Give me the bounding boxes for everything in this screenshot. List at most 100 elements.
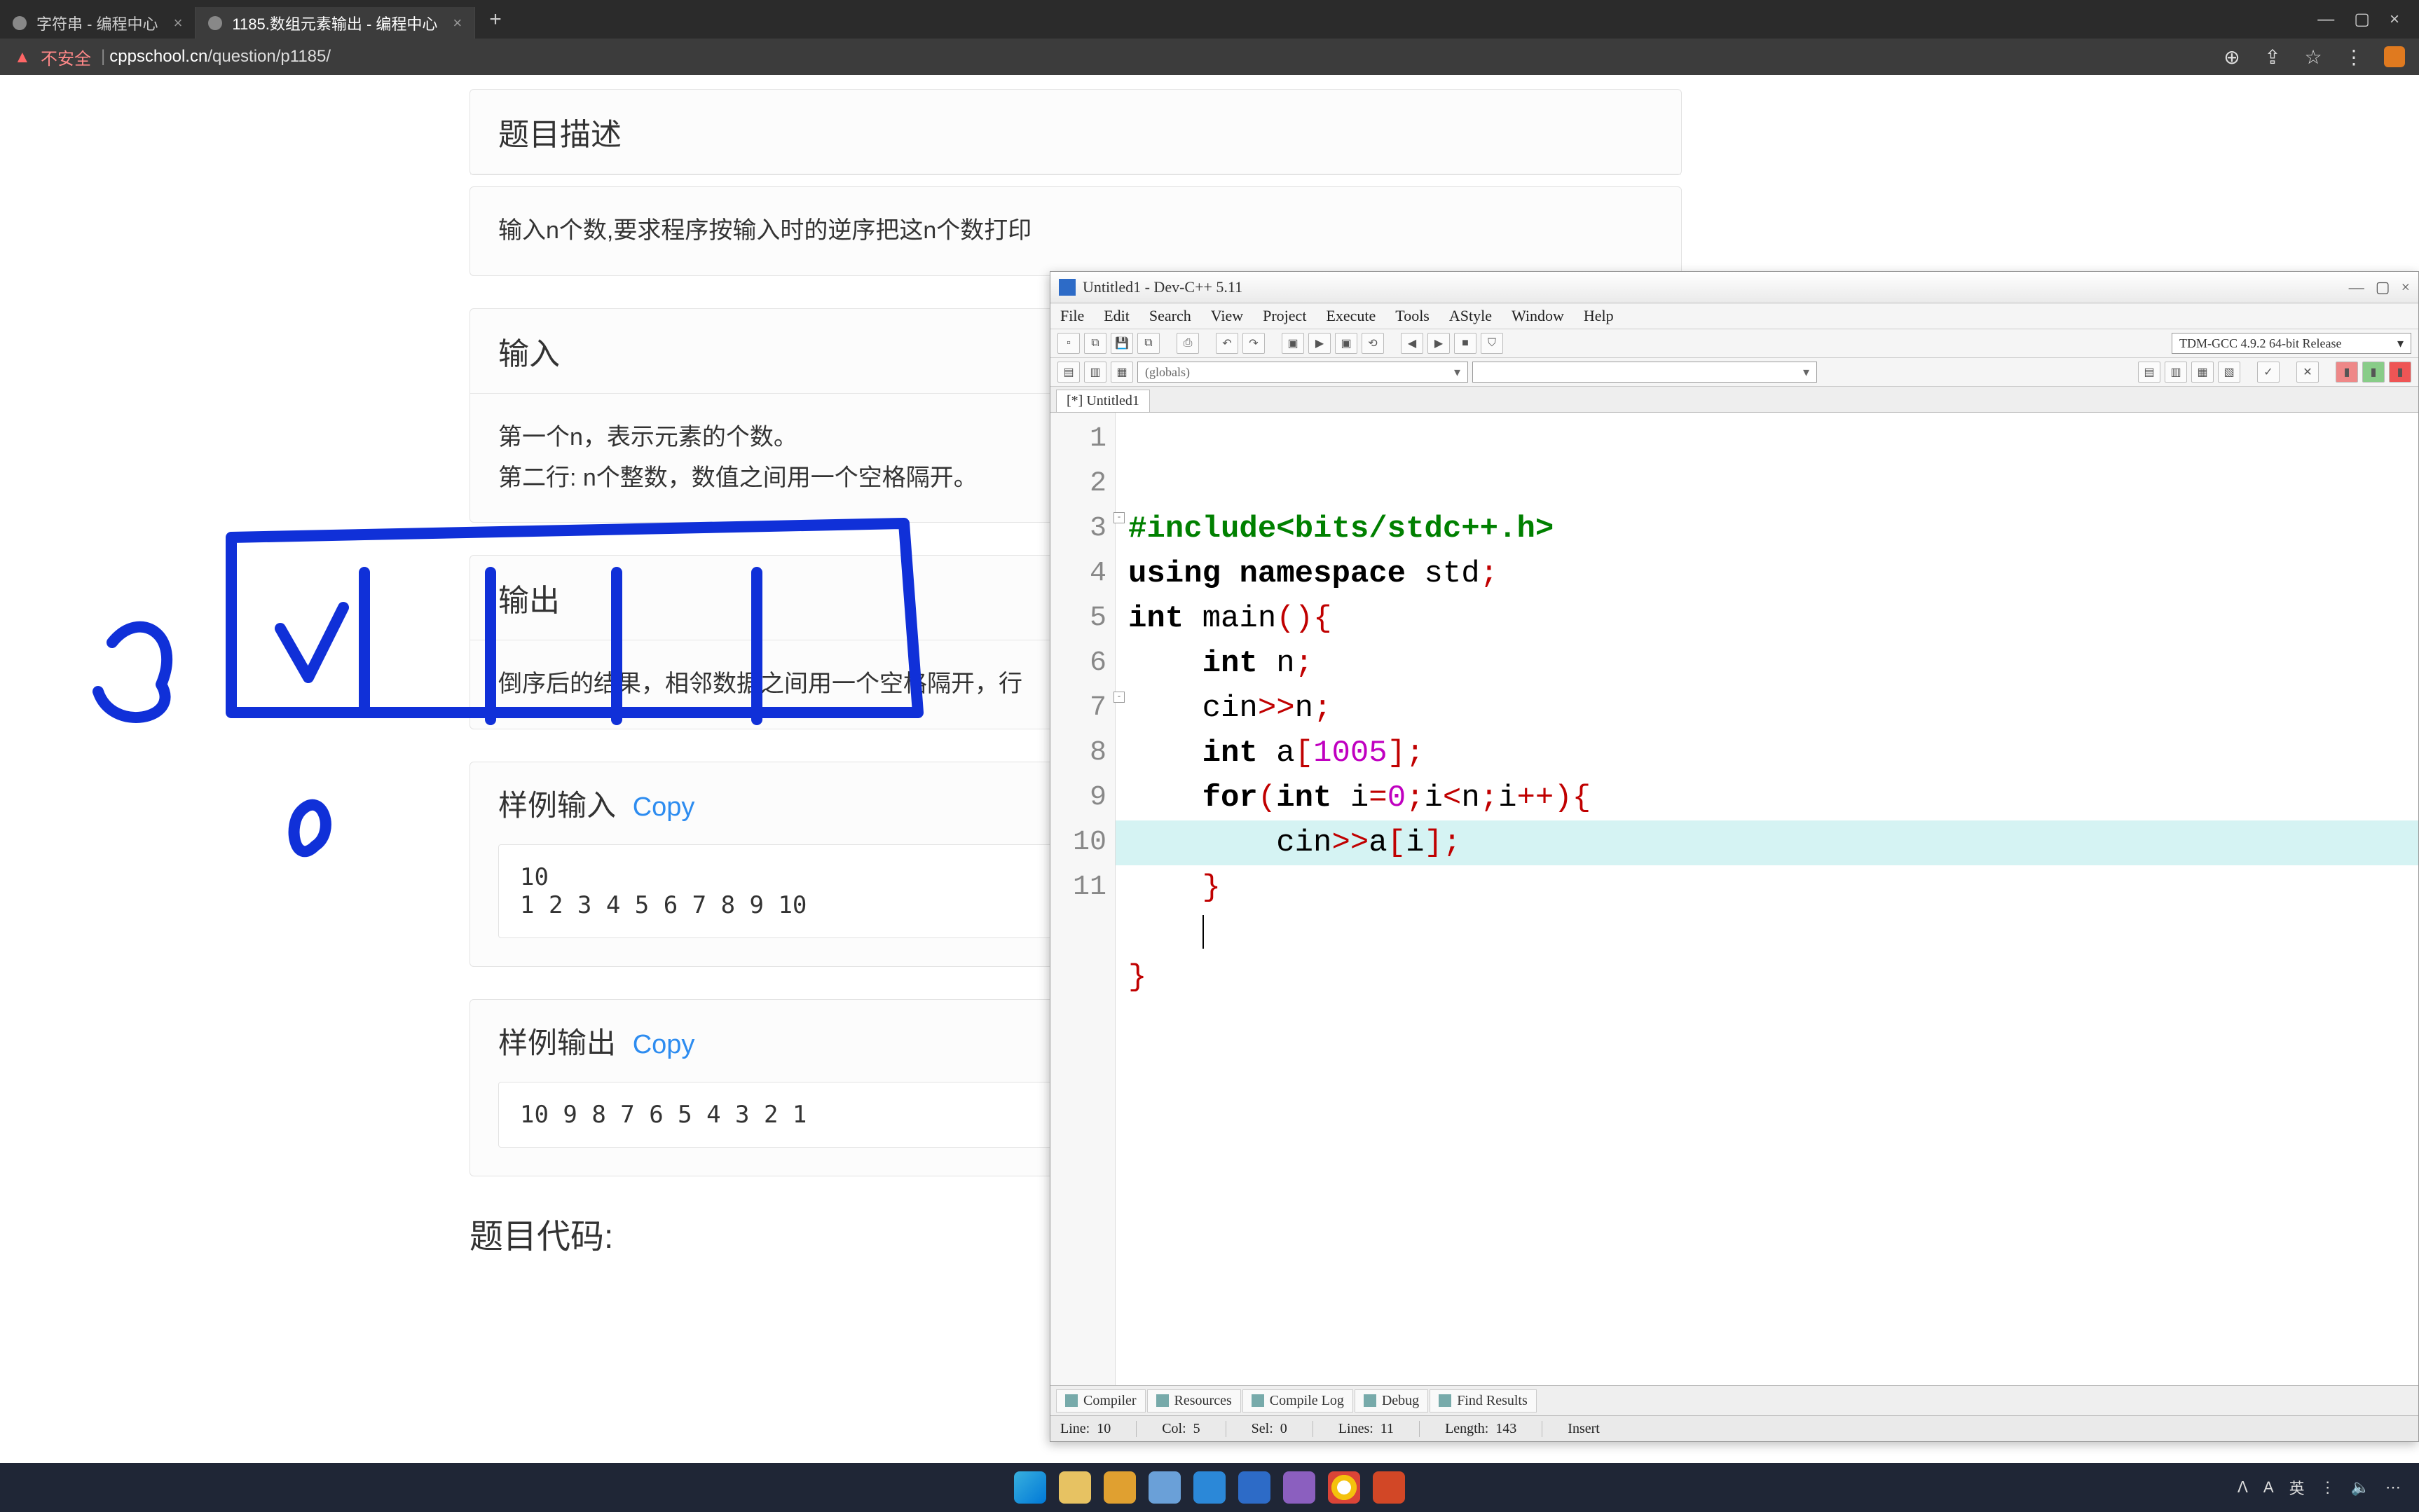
tab-find-results[interactable]: Find Results xyxy=(1430,1389,1537,1413)
maximize-icon[interactable]: ▢ xyxy=(2354,9,2370,29)
debug-stop-icon[interactable]: ■ xyxy=(1454,333,1476,354)
layout-4-icon[interactable]: ▧ xyxy=(2218,362,2240,383)
tab-resources[interactable]: Resources xyxy=(1147,1389,1241,1413)
tray-lang-cn[interactable]: 英 xyxy=(2289,1476,2305,1499)
zoom-icon[interactable]: ⊕ xyxy=(2221,46,2242,67)
status-line: Line: 10 xyxy=(1060,1421,1137,1437)
goto-bookmark-icon[interactable]: ▥ xyxy=(1084,362,1106,383)
wifi-icon[interactable]: ⋮ xyxy=(2320,1478,2336,1497)
tray-more-icon[interactable]: ⋯ xyxy=(2385,1478,2401,1497)
tab-debug[interactable]: Debug xyxy=(1355,1389,1428,1413)
devcpp-file-tabs: [*] Untitled1 xyxy=(1050,387,2418,413)
minimize-icon[interactable]: — xyxy=(2349,278,2364,296)
menu-search[interactable]: Search xyxy=(1149,307,1191,325)
devcpp-app-icon xyxy=(1059,279,1076,296)
find-icon xyxy=(1439,1394,1451,1407)
maximize-icon[interactable]: ▢ xyxy=(2376,278,2390,296)
save-all-icon[interactable]: ⧉ xyxy=(1137,333,1160,354)
debug-fwd-icon[interactable]: ▶ xyxy=(1427,333,1450,354)
globals-dropdown[interactable]: (globals) ▾ xyxy=(1137,362,1468,383)
powerpoint-icon[interactable] xyxy=(1373,1471,1405,1504)
minimize-icon[interactable]: — xyxy=(2317,10,2334,29)
close-tool-icon[interactable]: ✕ xyxy=(2296,362,2319,383)
menu-file[interactable]: File xyxy=(1060,307,1084,325)
card-header: 题目描述 xyxy=(470,90,1681,174)
app-icon[interactable] xyxy=(1104,1471,1136,1504)
close-icon[interactable]: × xyxy=(174,14,183,32)
compile-icon[interactable]: ▣ xyxy=(1282,333,1304,354)
browser-tab-active[interactable]: 1185.数组元素输出 - 编程中心 × xyxy=(196,7,475,39)
run-icon[interactable]: ▶ xyxy=(1308,333,1331,354)
devcpp-editor[interactable]: 1 2 3 4 5 6 7 8 9 10 11 - - #include<bit… xyxy=(1050,413,2418,1385)
devcpp-menubar[interactable]: File Edit Search View Project Execute To… xyxy=(1050,303,2418,329)
new-file-icon[interactable]: ▫ xyxy=(1057,333,1080,354)
warning-icon: ▲ xyxy=(14,48,32,66)
puzzle-icon[interactable]: ⋮ xyxy=(2343,46,2364,67)
chart3-icon[interactable]: ▮ xyxy=(2389,362,2411,383)
devcpp-icon[interactable] xyxy=(1238,1471,1270,1504)
debug-shield-icon[interactable]: ⛉ xyxy=(1481,333,1503,354)
copy-link[interactable]: Copy xyxy=(633,792,695,822)
code-area[interactable]: #include<bits/stdc++.h> using namespace … xyxy=(1116,413,2418,1385)
layout-3-icon[interactable]: ▦ xyxy=(2191,362,2214,383)
menu-help[interactable]: Help xyxy=(1584,307,1614,325)
file-tab[interactable]: [*] Untitled1 xyxy=(1056,390,1150,412)
address-bar[interactable]: ▲ 不安全 | cppschool.cn/question/p1185/ ⊕ ⇪… xyxy=(0,39,2419,75)
tab-title: 字符串 - 编程中心 xyxy=(36,12,158,34)
devcpp-titlebar[interactable]: Untitled1 - Dev-C++ 5.11 — ▢ × xyxy=(1050,272,2418,303)
card-description-body: 输入n个数,要求程序按输入时的逆序把这n个数打印 xyxy=(470,186,1682,276)
rebuild-icon[interactable]: ⟲ xyxy=(1362,333,1384,354)
compile-run-icon[interactable]: ▣ xyxy=(1335,333,1357,354)
redo-icon[interactable]: ↷ xyxy=(1242,333,1265,354)
browser-tab[interactable]: 字符串 - 编程中心 × xyxy=(0,7,196,39)
status-lines: Lines: 11 xyxy=(1338,1421,1420,1437)
debug-back-icon[interactable]: ◀ xyxy=(1401,333,1423,354)
bookmark-icon[interactable]: ☆ xyxy=(2303,46,2324,67)
menu-view[interactable]: View xyxy=(1211,307,1243,325)
extension-icon[interactable] xyxy=(2384,46,2405,67)
chart2-icon[interactable]: ▮ xyxy=(2362,362,2385,383)
start-icon[interactable] xyxy=(1014,1471,1046,1504)
app-icon[interactable] xyxy=(1283,1471,1315,1504)
chrome-icon[interactable] xyxy=(1328,1471,1360,1504)
window-controls: — ▢ × xyxy=(2298,0,2419,39)
devcpp-window[interactable]: Untitled1 - Dev-C++ 5.11 — ▢ × File Edit… xyxy=(1050,271,2419,1442)
app-icon[interactable] xyxy=(1149,1471,1181,1504)
tab-compile-log[interactable]: Compile Log xyxy=(1242,1389,1353,1413)
menu-astyle[interactable]: AStyle xyxy=(1449,307,1492,325)
edge-icon[interactable] xyxy=(1193,1471,1226,1504)
menu-window[interactable]: Window xyxy=(1512,307,1564,325)
system-tray[interactable]: ᐱ A 英 ⋮ 🔈 ⋯ xyxy=(2238,1476,2401,1499)
debug-icon[interactable]: ▦ xyxy=(1111,362,1133,383)
devcpp-title-text: Untitled1 - Dev-C++ 5.11 xyxy=(1083,278,1242,296)
close-icon[interactable]: × xyxy=(453,14,462,32)
menu-edit[interactable]: Edit xyxy=(1104,307,1130,325)
desc-text: 输入n个数,要求程序按输入时的逆序把这n个数打印 xyxy=(470,187,1681,275)
print-icon[interactable]: ⎙ xyxy=(1177,333,1199,354)
layout-2-icon[interactable]: ▥ xyxy=(2165,362,2187,383)
new-tab-button[interactable]: + xyxy=(475,8,516,32)
copy-link[interactable]: Copy xyxy=(633,1030,695,1059)
tray-up-icon[interactable]: ᐱ xyxy=(2238,1478,2248,1497)
symbols-dropdown[interactable]: ▾ xyxy=(1472,362,1817,383)
menu-tools[interactable]: Tools xyxy=(1395,307,1430,325)
menu-project[interactable]: Project xyxy=(1263,307,1306,325)
chart-icon[interactable]: ▮ xyxy=(2336,362,2358,383)
explorer-icon[interactable] xyxy=(1059,1471,1091,1504)
share-icon[interactable]: ⇪ xyxy=(2262,46,2283,67)
close-window-icon[interactable]: × xyxy=(2390,10,2399,29)
windows-taskbar[interactable]: ᐱ A 英 ⋮ 🔈 ⋯ xyxy=(0,1463,2419,1512)
menu-execute[interactable]: Execute xyxy=(1326,307,1376,325)
volume-icon[interactable]: 🔈 xyxy=(2351,1478,2370,1497)
check-icon[interactable]: ✓ xyxy=(2257,362,2280,383)
toggle-bookmark-icon[interactable]: ▤ xyxy=(1057,362,1080,383)
resources-icon xyxy=(1156,1394,1169,1407)
tab-compiler[interactable]: Compiler xyxy=(1056,1389,1146,1413)
open-file-icon[interactable]: ⧉ xyxy=(1084,333,1106,354)
tray-lang-a[interactable]: A xyxy=(2263,1478,2274,1497)
close-icon[interactable]: × xyxy=(2401,278,2410,296)
layout-1-icon[interactable]: ▤ xyxy=(2138,362,2160,383)
compiler-selector-dropdown[interactable]: TDM-GCC 4.9.2 64-bit Release ▾ xyxy=(2172,333,2411,354)
save-icon[interactable]: 💾 xyxy=(1111,333,1133,354)
undo-icon[interactable]: ↶ xyxy=(1216,333,1238,354)
